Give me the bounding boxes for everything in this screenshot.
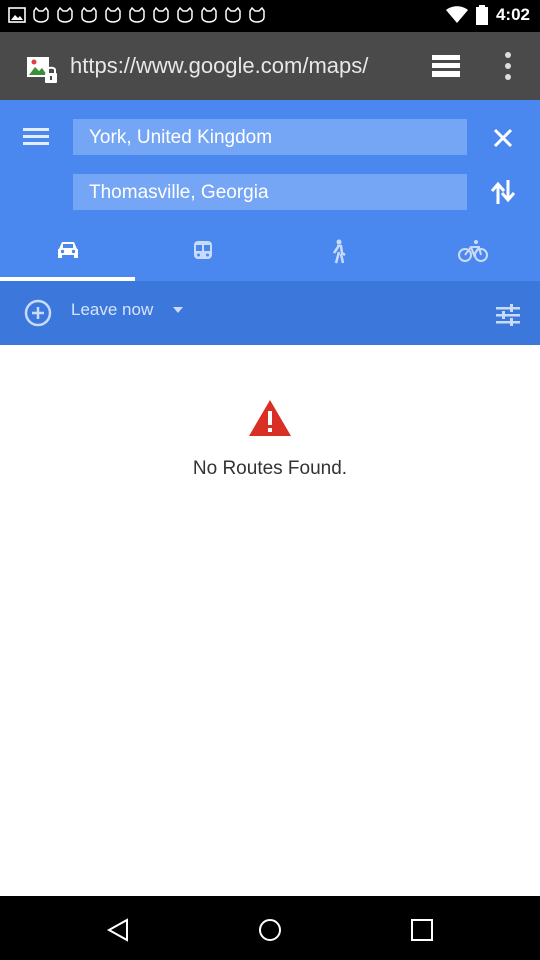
close-icon[interactable] bbox=[492, 127, 514, 149]
menu-icon[interactable] bbox=[22, 125, 50, 149]
cat-icon bbox=[225, 6, 241, 23]
add-circle-icon[interactable] bbox=[23, 298, 53, 328]
chevron-down-icon[interactable] bbox=[172, 305, 184, 315]
destination-field[interactable]: Thomasville, Georgia bbox=[73, 174, 467, 210]
url-bar[interactable]: https://www.google.com/maps/ bbox=[70, 53, 402, 81]
status-bar: 4:02 bbox=[0, 0, 540, 32]
no-routes-message: No Routes Found. bbox=[192, 458, 348, 479]
route-options-icon[interactable] bbox=[494, 301, 522, 329]
status-right: 4:02 bbox=[445, 5, 530, 25]
cat-icon bbox=[249, 6, 265, 23]
image-icon bbox=[8, 7, 26, 23]
swap-icon[interactable] bbox=[490, 178, 516, 206]
tab-driving[interactable] bbox=[0, 235, 135, 281]
cat-icon bbox=[177, 6, 193, 23]
recents-icon[interactable] bbox=[409, 917, 435, 943]
cat-icon bbox=[81, 6, 97, 23]
bike-icon bbox=[457, 240, 488, 262]
transit-icon bbox=[193, 241, 212, 259]
origin-field[interactable]: York, United Kingdom bbox=[73, 119, 467, 155]
tab-cycling[interactable] bbox=[405, 235, 540, 281]
tab-walking[interactable] bbox=[270, 235, 405, 281]
cat-icon bbox=[201, 6, 217, 23]
cat-icon bbox=[153, 6, 169, 23]
walk-icon bbox=[332, 239, 346, 264]
cat-icon bbox=[105, 6, 121, 23]
cat-icon bbox=[129, 6, 145, 23]
leave-now-selector[interactable]: Leave now bbox=[71, 300, 153, 320]
cat-icon bbox=[33, 6, 49, 23]
site-info-icon[interactable] bbox=[26, 56, 60, 86]
more-vert-icon[interactable] bbox=[498, 50, 518, 82]
tabs-icon[interactable] bbox=[430, 53, 462, 79]
notification-icons bbox=[8, 6, 266, 24]
car-icon bbox=[57, 242, 78, 258]
warning-icon bbox=[249, 400, 291, 436]
back-icon[interactable] bbox=[105, 917, 131, 943]
cat-icon bbox=[57, 6, 73, 23]
clock: 4:02 bbox=[495, 5, 530, 24]
tab-transit[interactable] bbox=[135, 235, 270, 281]
battery-icon bbox=[475, 5, 488, 25]
wifi-icon bbox=[445, 6, 468, 23]
home-icon[interactable] bbox=[257, 917, 283, 943]
